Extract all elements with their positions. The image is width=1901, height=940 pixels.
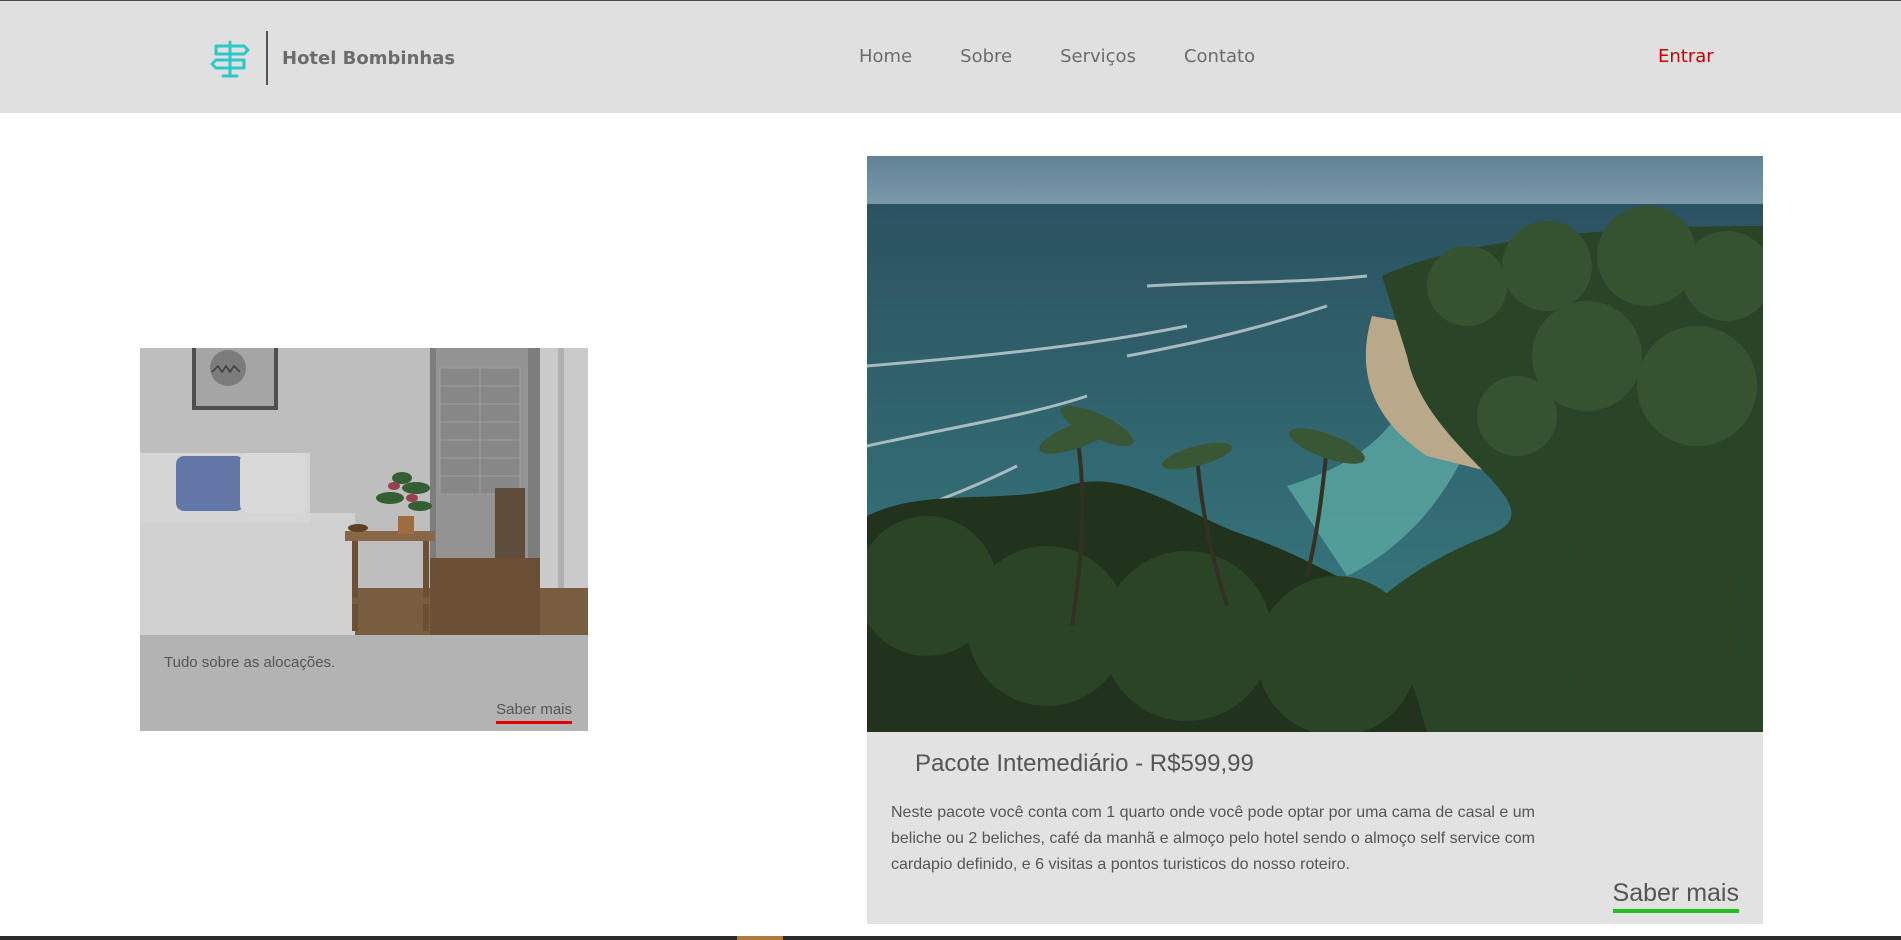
nav-sobre[interactable]: Sobre	[960, 46, 1012, 67]
nav-servicos[interactable]: Serviços	[1060, 46, 1136, 67]
nav-contato[interactable]: Contato	[1184, 46, 1255, 67]
brand-name: Hotel Bombinhas	[282, 47, 456, 69]
allocations-more-link[interactable]: Saber mais	[496, 701, 572, 724]
bedroom-photo	[140, 348, 588, 635]
brand[interactable]: Hotel Bombinhas	[208, 31, 455, 85]
login-link[interactable]: Entrar	[1658, 46, 1714, 67]
site-header: Hotel Bombinhas Home Sobre Serviços Cont…	[0, 1, 1901, 113]
nav-home[interactable]: Home	[859, 46, 912, 67]
beach-forest-photo	[867, 156, 1763, 732]
bottom-mark	[737, 936, 783, 940]
package-description: Neste pacote você conta com 1 quarto ond…	[891, 804, 1535, 873]
allocations-card: Tudo sobre as alocações. Saber mais	[140, 348, 588, 731]
signpost-icon	[208, 36, 252, 80]
main-nav: Home Sobre Serviços Contato	[859, 46, 1255, 67]
package-card: Pacote Intemediário - R$599,99 Neste pac…	[867, 156, 1763, 924]
bottom-strip	[0, 936, 1901, 940]
package-title: Pacote Intemediário - R$599,99	[915, 750, 1254, 777]
allocations-text: Tudo sobre as alocações.	[164, 654, 336, 671]
package-more-link[interactable]: Saber mais	[1612, 879, 1739, 913]
brand-divider	[266, 31, 268, 85]
